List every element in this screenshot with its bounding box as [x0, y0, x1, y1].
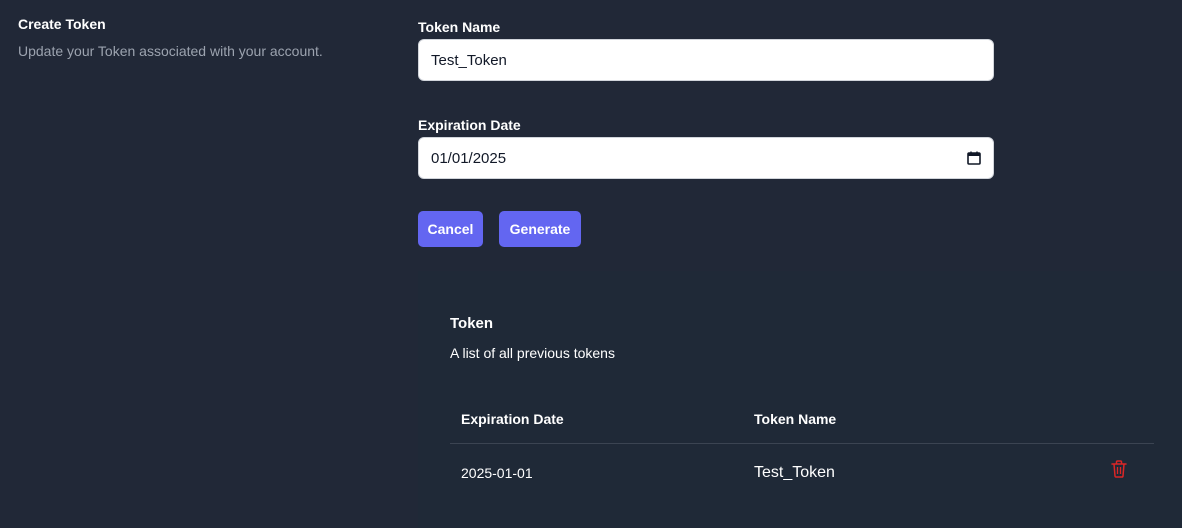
generate-button[interactable]: Generate	[499, 211, 581, 247]
calendar-icon[interactable]	[967, 151, 981, 165]
token-list-panel: Token A list of all previous tokens Expi…	[418, 271, 1182, 528]
token-name-input[interactable]: Test_Token	[418, 39, 994, 81]
expiration-date-value: 01/01/2025	[431, 149, 507, 167]
row-expiration-cell: 2025-01-01	[461, 465, 533, 481]
create-token-page: Create Token Update your Token associate…	[0, 0, 1182, 528]
token-list-title: Token	[450, 315, 494, 332]
section-title: Create Token	[18, 16, 106, 32]
column-header-token-name: Token Name	[754, 411, 837, 427]
cancel-button[interactable]: Cancel	[418, 211, 483, 247]
token-list-description: A list of all previous tokens	[450, 345, 615, 361]
token-name-value: Test_Token	[431, 51, 507, 69]
token-name-label: Token Name	[418, 19, 501, 35]
column-header-expiration: Expiration Date	[461, 411, 564, 427]
expiration-date-input[interactable]: 01/01/2025	[418, 137, 994, 179]
expiration-date-label: Expiration Date	[418, 117, 521, 133]
trash-icon[interactable]	[1111, 460, 1127, 478]
row-token-name-cell: Test_Token	[754, 464, 835, 481]
table-divider	[450, 443, 1154, 444]
section-description: Update your Token associated with your a…	[18, 43, 323, 59]
